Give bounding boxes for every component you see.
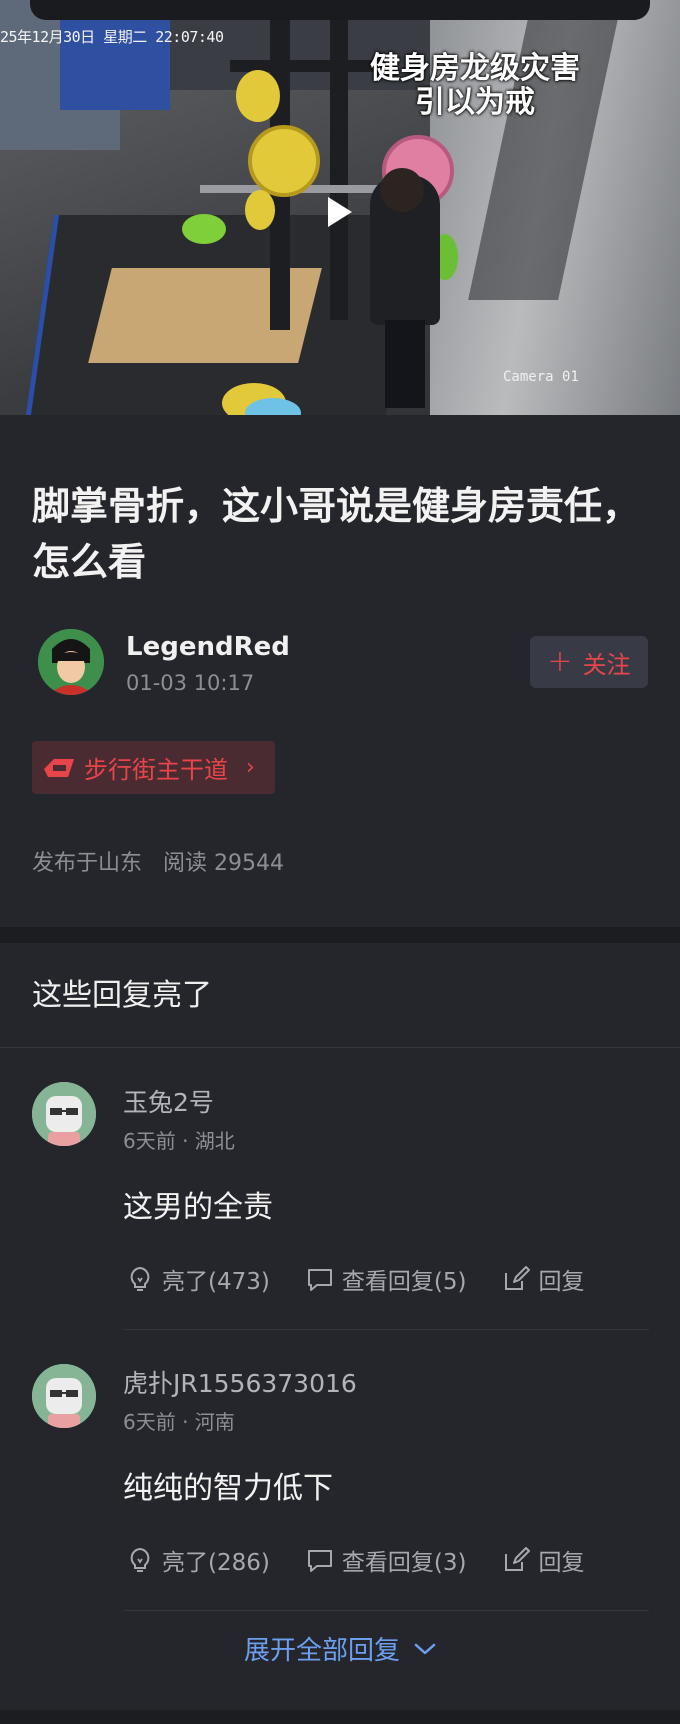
chevron-down-icon bbox=[414, 1643, 436, 1654]
speech-bubble-icon bbox=[307, 1269, 332, 1291]
follow-button[interactable]: + 关注 bbox=[530, 636, 648, 688]
expand-label: 展开全部回复 bbox=[243, 1636, 400, 1666]
reply-button[interactable]: 回复 bbox=[502, 1543, 584, 1577]
video-frame-plate bbox=[248, 125, 320, 197]
view-replies-button[interactable]: 查看回复(3) bbox=[306, 1543, 467, 1577]
comment-username[interactable]: 虎扑JR1556373016 bbox=[123, 1364, 357, 1400]
comment-avatar[interactable] bbox=[32, 1082, 96, 1146]
divider bbox=[0, 1047, 680, 1048]
comment-text: 这男的全责 bbox=[123, 1190, 273, 1225]
comment-avatar[interactable] bbox=[32, 1364, 96, 1428]
comment-actions: 亮了(473) 查看回复(5) 回复 bbox=[126, 1262, 584, 1296]
video-timestamp: 25年12月30日 星期二 22:07:40 bbox=[0, 28, 224, 46]
post-location: 发布于山东 bbox=[32, 851, 143, 876]
expand-all-replies-button[interactable]: 展开全部回复 bbox=[0, 1630, 680, 1667]
video-frame-rack bbox=[330, 0, 348, 320]
comment-actions: 亮了(286) 查看回复(3) 回复 bbox=[126, 1543, 584, 1577]
default-avatar-icon bbox=[32, 1364, 96, 1428]
view-replies-button[interactable]: 查看回复(5) bbox=[306, 1262, 467, 1296]
like-button[interactable]: 亮了(286) bbox=[126, 1543, 270, 1577]
author-avatar[interactable] bbox=[38, 629, 104, 695]
reply-label: 回复 bbox=[538, 1550, 585, 1576]
video-caption-line2: 引以为戒 bbox=[415, 85, 535, 120]
post-read-count: 阅读 29544 bbox=[163, 851, 284, 876]
plus-icon: + bbox=[547, 644, 573, 679]
author-name[interactable]: LegendRed bbox=[126, 632, 290, 662]
like-count: 亮了(473) bbox=[162, 1269, 270, 1295]
reply-button[interactable]: 回复 bbox=[502, 1262, 584, 1296]
video-frame-plate bbox=[236, 70, 280, 122]
edit-icon bbox=[505, 1547, 531, 1571]
board-tag[interactable]: 步行街主干道 › bbox=[32, 741, 275, 794]
post-title: 脚掌骨折，这小哥说是健身房责任，怎么看 bbox=[32, 484, 641, 584]
video-caption: 健身房龙级灾害 引以为戒 bbox=[340, 52, 610, 120]
video-frame-person-legs bbox=[385, 320, 425, 408]
post-time: 01-03 10:17 bbox=[126, 671, 255, 695]
default-avatar-icon bbox=[32, 1082, 96, 1146]
comment-meta: 6天前 · 河南 bbox=[123, 1410, 235, 1434]
play-icon[interactable] bbox=[318, 192, 358, 232]
highlighted-replies-title: 这些回复亮了 bbox=[32, 978, 212, 1013]
comment-text: 纯纯的智力低下 bbox=[123, 1471, 333, 1506]
reply-label: 回复 bbox=[538, 1269, 585, 1295]
hupu-logo-icon bbox=[44, 758, 74, 777]
chevron-right-icon: › bbox=[246, 755, 255, 780]
like-count: 亮了(286) bbox=[162, 1550, 270, 1576]
edit-icon bbox=[505, 1266, 531, 1290]
divider bbox=[123, 1610, 649, 1611]
status-bar-overlay bbox=[30, 0, 650, 20]
divider bbox=[123, 1329, 649, 1330]
view-replies-label: 查看回复(3) bbox=[341, 1550, 467, 1576]
speech-bubble-icon bbox=[307, 1550, 332, 1572]
follow-label: 关注 bbox=[582, 650, 631, 679]
video-frame-plate bbox=[182, 214, 226, 244]
avatar-illustration bbox=[38, 629, 104, 695]
comment-username[interactable]: 玉兔2号 bbox=[123, 1083, 214, 1119]
view-replies-label: 查看回复(5) bbox=[341, 1269, 467, 1295]
section-divider bbox=[0, 1710, 680, 1724]
board-tag-label: 步行街主干道 bbox=[84, 756, 228, 784]
video-caption-line1: 健身房龙级灾害 bbox=[370, 51, 580, 86]
video-player[interactable]: 25年12月30日 星期二 22:07:40 健身房龙级灾害 引以为戒 Came… bbox=[0, 0, 680, 415]
comment-meta: 6天前 · 湖北 bbox=[123, 1129, 235, 1153]
camera-label: Camera 01 bbox=[503, 369, 579, 385]
lightbulb-icon bbox=[130, 1547, 150, 1572]
video-frame-plate bbox=[245, 190, 275, 230]
post-meta: 发布于山东 阅读 29544 bbox=[32, 845, 284, 877]
video-frame-person-head bbox=[380, 168, 424, 212]
lightbulb-icon bbox=[130, 1266, 150, 1291]
section-divider bbox=[0, 927, 680, 943]
like-button[interactable]: 亮了(473) bbox=[126, 1262, 270, 1296]
